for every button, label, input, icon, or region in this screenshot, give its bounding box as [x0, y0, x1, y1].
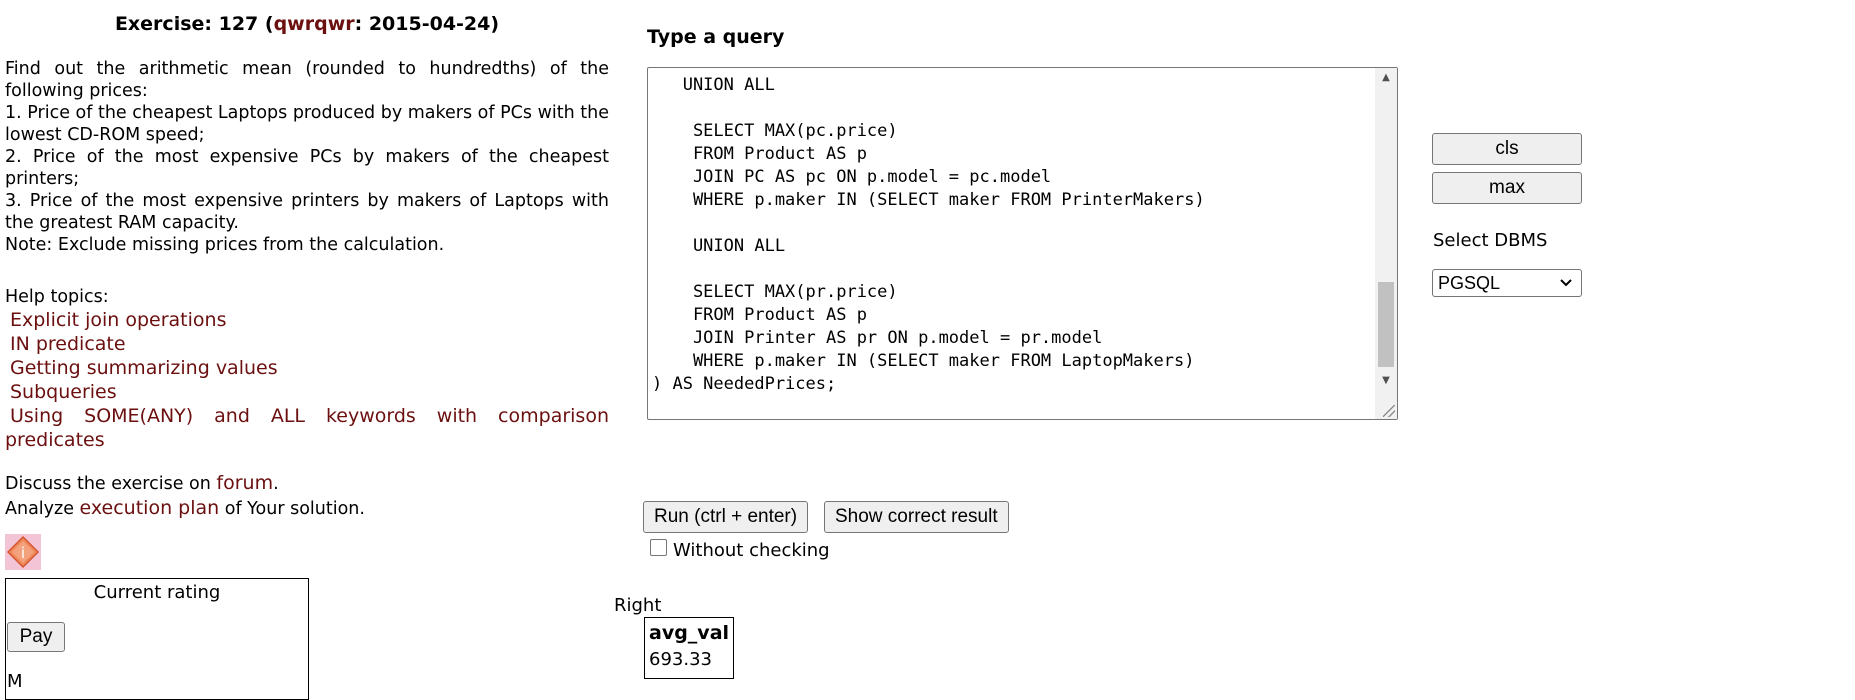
help-link-some-any-all[interactable]: Using SOME(ANY) and ALL keywords with co…	[5, 404, 609, 452]
result-column-header: avg_val	[649, 622, 730, 644]
discuss-line: Discuss the exercise on forum. Analyze e…	[5, 471, 609, 521]
exercise-title: Exercise: 127 (qwrqwr: 2015-04-24)	[5, 13, 609, 39]
info-diamond-icon[interactable]: i	[5, 534, 41, 570]
pay-button[interactable]: Pay	[7, 622, 65, 652]
help-link-subqueries[interactable]: Subqueries	[5, 380, 609, 404]
forum-link[interactable]: forum	[216, 472, 273, 494]
without-checking-label: Without checking	[673, 540, 830, 561]
scroll-up-arrow-icon[interactable]: ▲	[1375, 68, 1397, 88]
result-cell: 693.33	[649, 649, 712, 670]
current-rating-box: Current rating Pay M	[5, 578, 309, 700]
discuss-text: Discuss the exercise on	[5, 474, 217, 494]
result-table: avg_val 693.33	[644, 617, 734, 679]
show-correct-result-button[interactable]: Show correct result	[824, 501, 1009, 533]
without-checking-checkbox[interactable]	[650, 539, 667, 556]
exercise-date: : 2015-04-24)	[354, 13, 500, 35]
rating-partial-text: M	[7, 671, 23, 692]
task-line: 1. Price of the cheapest Laptops produce…	[5, 103, 609, 145]
resize-handle-icon[interactable]	[1383, 405, 1395, 417]
svg-text:i: i	[21, 544, 25, 562]
dbms-label: Select DBMS	[1433, 230, 1548, 251]
discuss-period: .	[273, 474, 279, 494]
chevron-down-icon	[1559, 270, 1573, 304]
query-textarea[interactable]: UNION ALL SELECT MAX(pc.price) FROM Prod…	[647, 67, 1398, 420]
help-link-explicit-join[interactable]: Explicit join operations	[5, 308, 609, 332]
task-line: 3. Price of the most expensive printers …	[5, 191, 609, 233]
max-button[interactable]: max	[1432, 172, 1582, 204]
scrollbar-thumb[interactable]	[1378, 282, 1394, 367]
execution-plan-link[interactable]: execution plan	[80, 497, 220, 519]
help-topics-label: Help topics:	[5, 287, 109, 307]
dbms-select[interactable]: PGSQL	[1432, 269, 1582, 297]
result-status: Right	[614, 595, 662, 616]
help-link-in-predicate[interactable]: IN predicate	[5, 332, 609, 356]
run-button[interactable]: Run (ctrl + enter)	[643, 501, 809, 533]
help-link-summarizing[interactable]: Getting summarizing values	[5, 356, 609, 380]
task-line: 2. Price of the most expensive PCs by ma…	[5, 147, 609, 189]
cls-button[interactable]: cls	[1432, 133, 1582, 165]
query-text: UNION ALL SELECT MAX(pc.price) FROM Prod…	[652, 75, 1205, 394]
scroll-down-arrow-icon[interactable]: ▼	[1375, 371, 1397, 391]
rating-title: Current rating	[93, 582, 221, 603]
analyze-suffix: of Your solution.	[219, 499, 365, 519]
exercise-author: qwrqwr	[273, 13, 355, 35]
task-line: Find out the arithmetic mean (rounded to…	[5, 59, 609, 101]
help-topics: Help topics: Explicit join operations IN…	[5, 286, 609, 452]
editor-scrollbar[interactable]: ▲ ▼	[1375, 68, 1397, 419]
task-note: Note: Exclude missing prices from the ca…	[5, 235, 445, 255]
task-description: Find out the arithmetic mean (rounded to…	[5, 58, 609, 256]
dbms-selected-value: PGSQL	[1438, 273, 1501, 293]
exercise-panel: Exercise: 127 (qwrqwr: 2015-04-24) Find …	[5, 0, 609, 700]
analyze-text: Analyze	[5, 499, 80, 519]
exercise-number: Exercise: 127 (	[114, 13, 274, 35]
query-label: Type a query	[647, 26, 785, 48]
